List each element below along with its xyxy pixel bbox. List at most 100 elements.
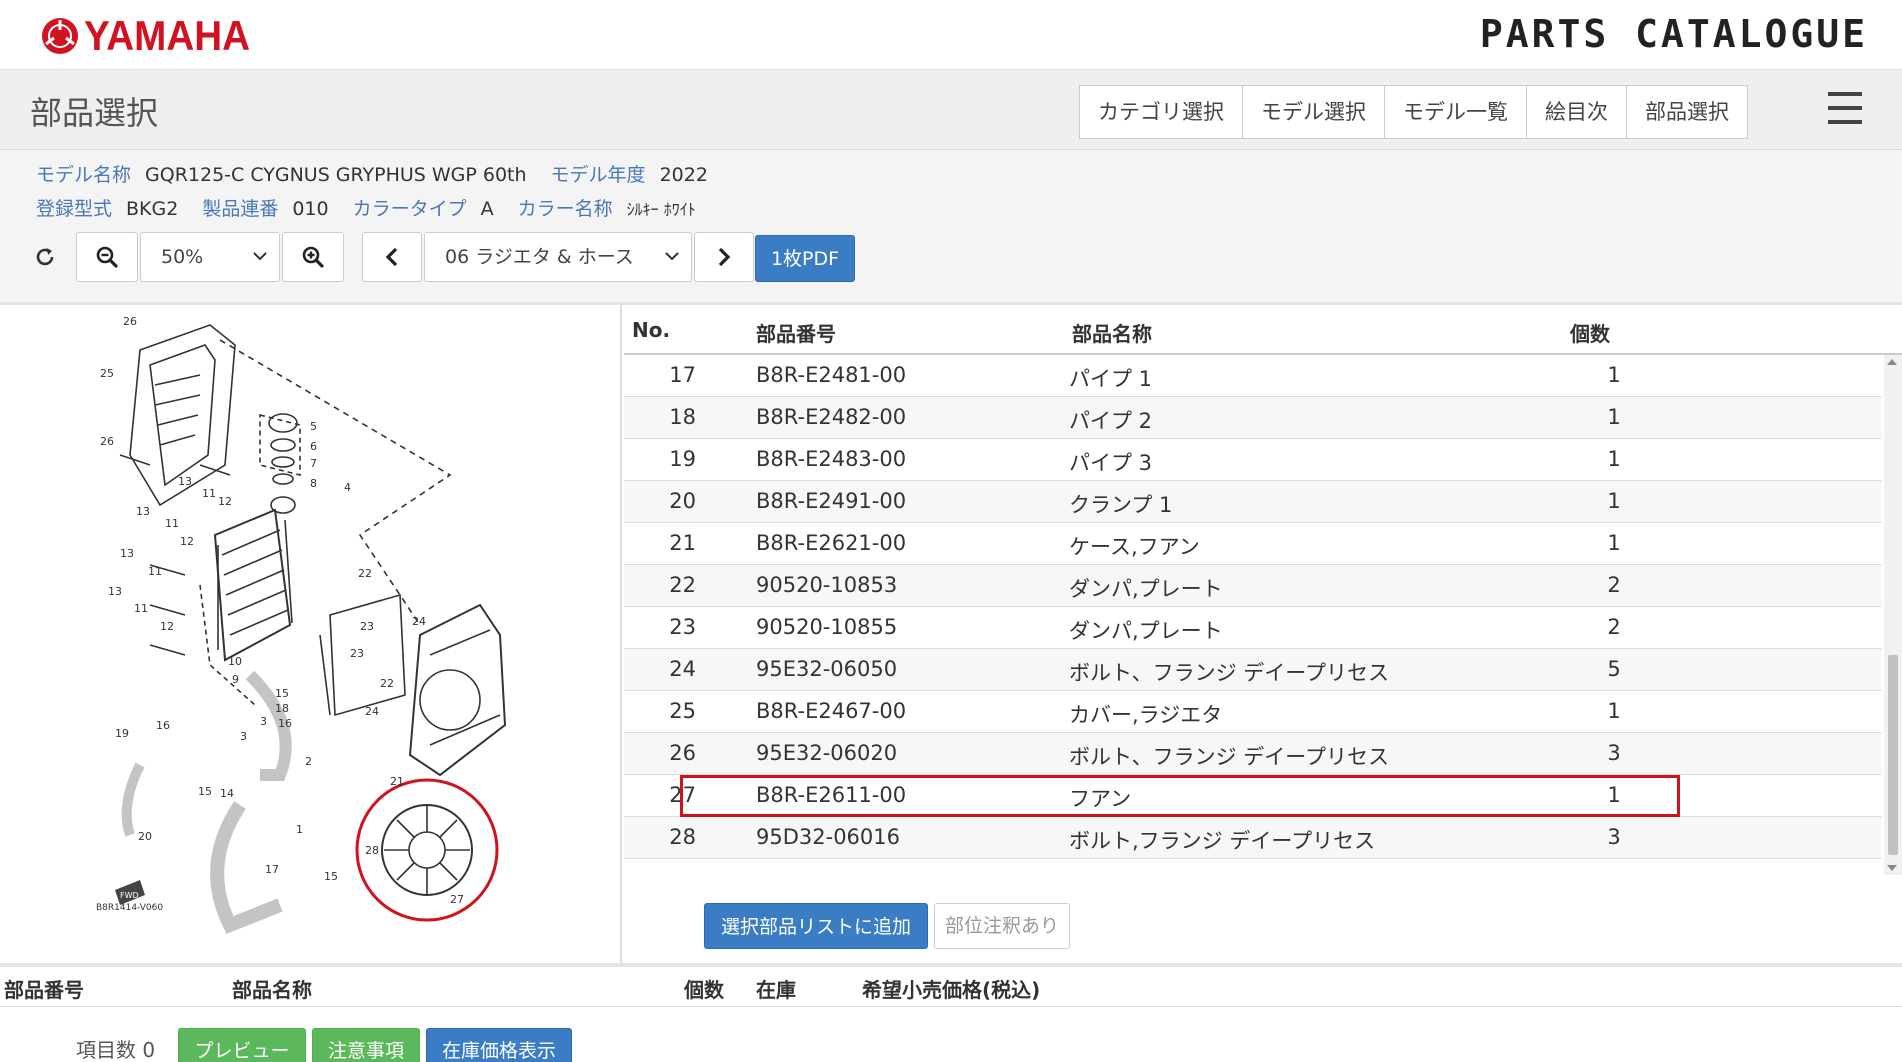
- stock-price-button[interactable]: 在庫価格表示: [426, 1028, 572, 1062]
- selected-col-part-name: 部品名称: [232, 978, 312, 1002]
- row-part-number: 90520-10855: [756, 615, 898, 639]
- svg-text:13: 13: [120, 547, 134, 560]
- table-row[interactable]: 28 95D32-06016 ボルト,フランジ デイープリセス 3: [624, 817, 1882, 859]
- svg-text:8: 8: [310, 477, 317, 490]
- selected-list-header: 部品番号 部品名称 個数 在庫 希望小売価格(税込): [0, 967, 1902, 1007]
- row-number: 22: [669, 573, 696, 597]
- zoom-out-button[interactable]: [76, 232, 138, 282]
- parts-table-scrollbar[interactable]: [1884, 355, 1902, 875]
- row-part-name: クランプ 1: [1069, 493, 1173, 517]
- svg-text:15: 15: [324, 870, 338, 883]
- scroll-down-icon[interactable]: [1887, 865, 1897, 871]
- item-count-value: 0: [142, 1038, 156, 1062]
- row-part-name: パイプ 1: [1069, 367, 1153, 391]
- parts-diagram[interactable]: 26 25 26 567 8 4 13 11 12 13 11 12 13 11 13 11 12 2…: [0, 305, 622, 963]
- row-qty: 1: [1607, 783, 1621, 807]
- svg-text:7: 7: [310, 457, 317, 470]
- zoom-out-icon: [96, 246, 118, 268]
- tab-category-select[interactable]: カテゴリ選択: [1080, 86, 1243, 138]
- table-row[interactable]: 21 B8R-E2621-00 ケース,フアン 1: [624, 523, 1882, 565]
- row-part-number: 95E32-06050: [756, 657, 898, 681]
- reg-type-label: 登録型式: [36, 198, 113, 220]
- parts-table-body: 17 B8R-E2481-00 パイプ 1 1 18 B8R-E2482-00 パイプ 2…: [624, 355, 1882, 865]
- table-row[interactable]: 26 95E32-06020 ボルト、フランジ デイープリセス 3: [624, 733, 1882, 775]
- svg-text:23: 23: [360, 620, 374, 633]
- previous-diagram-button[interactable]: [362, 232, 422, 282]
- diagram-select[interactable]: 06 ラジエタ & ホース: [424, 232, 692, 282]
- single-page-pdf-button[interactable]: 1枚PDF: [755, 235, 855, 282]
- svg-text:17: 17: [265, 863, 279, 876]
- table-row[interactable]: 19 B8R-E2483-00 パイプ 3 1: [624, 439, 1882, 481]
- row-part-number: B8R-E2621-00: [756, 531, 907, 555]
- selected-col-price: 希望小売価格(税込): [862, 978, 1041, 1002]
- svg-text:15: 15: [275, 687, 289, 700]
- table-row[interactable]: 24 95E32-06050 ボルト、フランジ デイープリセス 5: [624, 649, 1882, 691]
- selected-col-qty: 個数: [684, 978, 724, 1002]
- chevron-right-icon: [718, 247, 731, 267]
- zoom-in-button[interactable]: [282, 232, 344, 282]
- row-qty: 1: [1607, 699, 1621, 723]
- row-part-number: B8R-E2482-00: [756, 405, 907, 429]
- svg-text:16: 16: [278, 717, 292, 730]
- row-part-number: 95D32-06016: [756, 825, 900, 849]
- tab-part-select[interactable]: 部品選択: [1627, 86, 1747, 138]
- col-no-header: No.: [632, 318, 671, 342]
- table-row[interactable]: 23 90520-10855 ダンパ,プレート 2: [624, 607, 1882, 649]
- row-part-name: カバー,ラジエタ: [1069, 703, 1223, 727]
- zoom-select[interactable]: 50%: [140, 232, 280, 282]
- tab-model-select[interactable]: モデル選択: [1243, 86, 1385, 138]
- row-qty: 1: [1607, 531, 1621, 555]
- svg-text:3: 3: [260, 715, 267, 728]
- model-year-value: 2022: [659, 164, 708, 186]
- top-header: YAMAHA PARTS CATALOGUE: [0, 0, 1902, 70]
- model-info: モデル名称 GQR125-C CYGNUS GRYPHUS WGP 60th モデル…: [36, 160, 732, 228]
- scroll-up-icon[interactable]: [1887, 359, 1897, 365]
- svg-text:22: 22: [380, 677, 394, 690]
- row-number: 25: [669, 699, 696, 723]
- tuning-fork-emblem-icon: [42, 18, 78, 54]
- row-part-number: 90520-10853: [756, 573, 898, 597]
- svg-text:1: 1: [296, 823, 303, 836]
- brand-name: YAMAHA: [84, 12, 251, 59]
- color-name-label: カラー名称: [517, 198, 613, 220]
- svg-text:26: 26: [123, 315, 137, 328]
- table-row[interactable]: 22 90520-10853 ダンパ,プレート 2: [624, 565, 1882, 607]
- scroll-thumb[interactable]: [1888, 655, 1898, 855]
- model-name-label: モデル名称: [36, 164, 132, 186]
- preview-button[interactable]: プレビュー: [178, 1028, 306, 1062]
- next-diagram-button[interactable]: [694, 232, 754, 282]
- svg-text:26: 26: [100, 435, 114, 448]
- svg-text:10: 10: [228, 655, 242, 668]
- svg-text:12: 12: [180, 535, 194, 548]
- row-part-name: ボルト、フランジ デイープリセス: [1069, 745, 1389, 769]
- svg-text:20: 20: [138, 830, 152, 843]
- notes-button[interactable]: 注意事項: [312, 1028, 420, 1062]
- refresh-button[interactable]: [18, 232, 72, 282]
- serial-label: 製品連番: [202, 198, 279, 220]
- table-row[interactable]: 25 B8R-E2467-00 カバー,ラジエタ 1: [624, 691, 1882, 733]
- row-qty: 1: [1607, 447, 1621, 471]
- svg-text:6: 6: [310, 440, 317, 453]
- add-to-selected-list-button[interactable]: 選択部品リストに追加: [704, 903, 928, 949]
- row-part-name: パイプ 2: [1069, 409, 1153, 433]
- parts-table-header: No. 部品番号 部品名称 個数: [624, 305, 1902, 355]
- table-row[interactable]: 18 B8R-E2482-00 パイプ 2 1: [624, 397, 1882, 439]
- col-part-name-header: 部品名称: [1072, 322, 1152, 346]
- svg-text:28: 28: [365, 844, 379, 857]
- table-row[interactable]: 20 B8R-E2491-00 クランプ 1 1: [624, 481, 1882, 523]
- table-row-selected[interactable]: 27 B8R-E2611-00 フアン 1: [624, 775, 1882, 817]
- hamburger-menu-icon[interactable]: [1828, 92, 1862, 124]
- svg-text:9: 9: [232, 673, 239, 686]
- tab-illustration-index[interactable]: 絵目次: [1527, 86, 1627, 138]
- svg-text:24: 24: [412, 615, 426, 628]
- yamaha-logo[interactable]: YAMAHA: [40, 12, 264, 60]
- svg-text:12: 12: [160, 620, 174, 633]
- item-count-label: 項目数: [76, 1038, 136, 1062]
- table-row[interactable]: 17 B8R-E2481-00 パイプ 1 1: [624, 355, 1882, 397]
- tab-model-list[interactable]: モデル一覧: [1385, 86, 1527, 138]
- col-part-number-header: 部品番号: [756, 322, 836, 346]
- row-number: 23: [669, 615, 696, 639]
- location-notes-button[interactable]: 部位注釈あり: [934, 903, 1070, 949]
- svg-text:27: 27: [450, 893, 464, 906]
- row-part-name: ケース,フアン: [1069, 535, 1200, 559]
